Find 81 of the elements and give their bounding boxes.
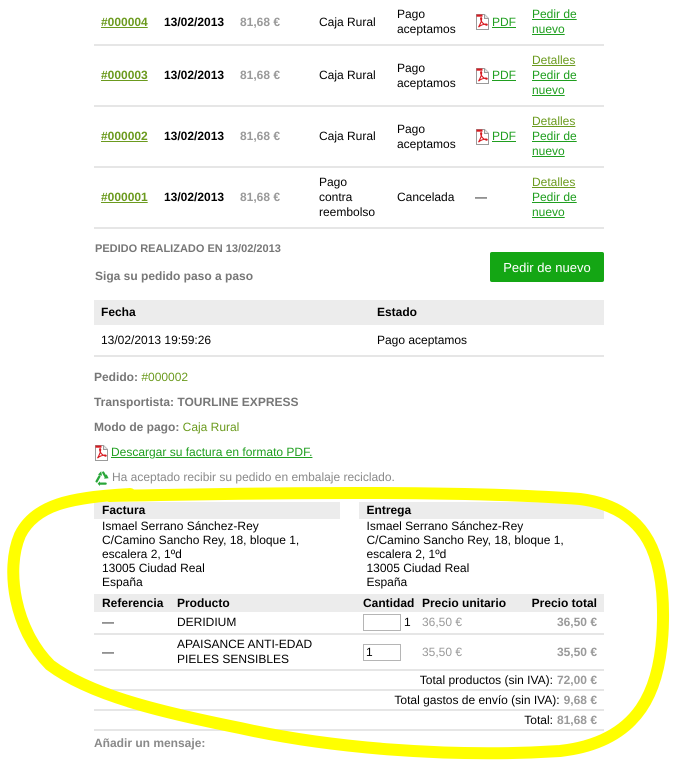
details-link[interactable]: Detalles [532,53,592,68]
section-title: PEDIDO REALIZADO EN 13/02/2013 [95,242,281,257]
address-line: España [366,575,408,589]
order-link[interactable]: #000002 [101,129,148,143]
info-text: Transportista: TOURLINE EXPRESS [94,395,298,410]
table-cell: 35,50 € [556,644,597,658]
order-total: 81,68 € [240,14,280,28]
reorder-link[interactable]: Pedir de nuevo [532,7,592,37]
address-line: Ismael Serrano Sánchez-Rey [366,519,524,533]
order-total: 81,68 € [240,129,280,143]
payment-method: Pago contra reembolso [319,175,376,220]
address-line: 13005 Ciudad Real [366,561,470,575]
order-link[interactable]: #000003 [101,68,148,82]
order-date: 13/02/2013 [164,14,224,28]
total-amount: 9,68 € [564,692,597,708]
column-header: Precio total [532,596,597,610]
table-cell-text: DERIDIUM [177,615,238,630]
total-label: Total productos (sin IVA): [420,672,553,688]
payment-method: Caja Rural [319,129,377,144]
dash-text: — [475,190,487,205]
payment-method: Caja Rural [319,68,377,83]
order-link[interactable]: #000001 [101,190,148,204]
invoice-download-link[interactable]: Descargar su factura en formato PDF. [111,445,312,460]
address-line: Ismael Serrano Sánchez-Rey [102,519,260,533]
quantity-text: 1 [404,615,411,630]
recycle-icon [94,470,110,486]
info-text: Pedido: #000002 [94,370,188,385]
pdf-icon [94,444,109,460]
message-label: Añadir un mensaje: [94,736,206,750]
order-date: 13/02/2013 [164,129,224,143]
quantity-field[interactable] [363,614,401,631]
order-total: 81,68 € [240,68,280,82]
address-title: Factura [94,502,340,519]
table-cell: 36,50 € [556,615,597,629]
address-line: C/Camino Sancho Rey, 18, bloque 1, escalera 2, 1ºd [366,533,565,561]
table-cell: 36,50 € [422,615,462,629]
table-cell: — [102,615,114,629]
column-header: Cantidad [363,596,414,610]
pdf-icon [475,128,490,144]
address-line: 13005 Ciudad Real [102,561,206,575]
order-date: 13/02/2013 [164,190,224,204]
reorder-button[interactable]: Pedir de nuevo [490,252,604,282]
payment-method: Caja Rural [319,14,377,30]
order-status: Pago aceptamos [397,122,457,152]
order-link[interactable]: #000004 [101,14,148,28]
column-header: Precio unitario [422,596,506,610]
quantity-field[interactable]: 1 [363,644,401,660]
order-date: 13/02/2013 [164,68,224,82]
table-cell: 35,50 € [422,644,462,658]
total-label: Total: [524,712,553,728]
reorder-link[interactable]: Pedir de nuevo [532,190,592,220]
info-text: Modo de pago: Caja Rural [94,420,240,435]
pdf-link[interactable]: PDF [492,68,516,83]
total-label: Total gastos de envío (sin IVA): [394,692,560,708]
total-amount: 81,68 € [556,712,597,728]
order-status: Cancelada [397,190,456,205]
pdf-link[interactable]: PDF [492,129,516,144]
reorder-link[interactable]: Pedir de nuevo [532,129,592,159]
column-header: Referencia [102,596,164,610]
order-status: Pago aceptamos [397,60,457,90]
address-title: Entrega [358,502,604,519]
column-header: Estado [377,305,418,319]
section-subtitle: Siga su pedido paso a paso [95,269,254,284]
total-amount: 72,00 € [556,672,597,688]
address-line: España [102,575,144,589]
order-status: Pago aceptamos [397,7,457,37]
table-cell-text: APAISANCE ANTI-EDAD PIELES SENSIBLES [177,637,314,667]
column-header: Producto [177,596,230,610]
details-link[interactable]: Detalles [532,114,592,129]
recycle-note: Ha aceptado recibir su pedido en embalaje reciclado. [112,470,395,485]
pdf-icon [475,14,490,30]
address-line: C/Camino Sancho Rey, 18, bloque 1, escalera 2, 1ºd [102,533,300,561]
order-total: 81,68 € [240,190,280,204]
column-header: Fecha [101,305,136,319]
table-cell: Pago aceptamos [377,332,468,346]
details-link[interactable]: Detalles [532,175,592,190]
reorder-link[interactable]: Pedir de nuevo [532,68,592,98]
table-cell: — [102,644,114,658]
pdf-icon [475,68,490,84]
table-cell: 13/02/2013 19:59:26 [101,332,212,346]
pdf-link[interactable]: PDF [492,14,516,30]
